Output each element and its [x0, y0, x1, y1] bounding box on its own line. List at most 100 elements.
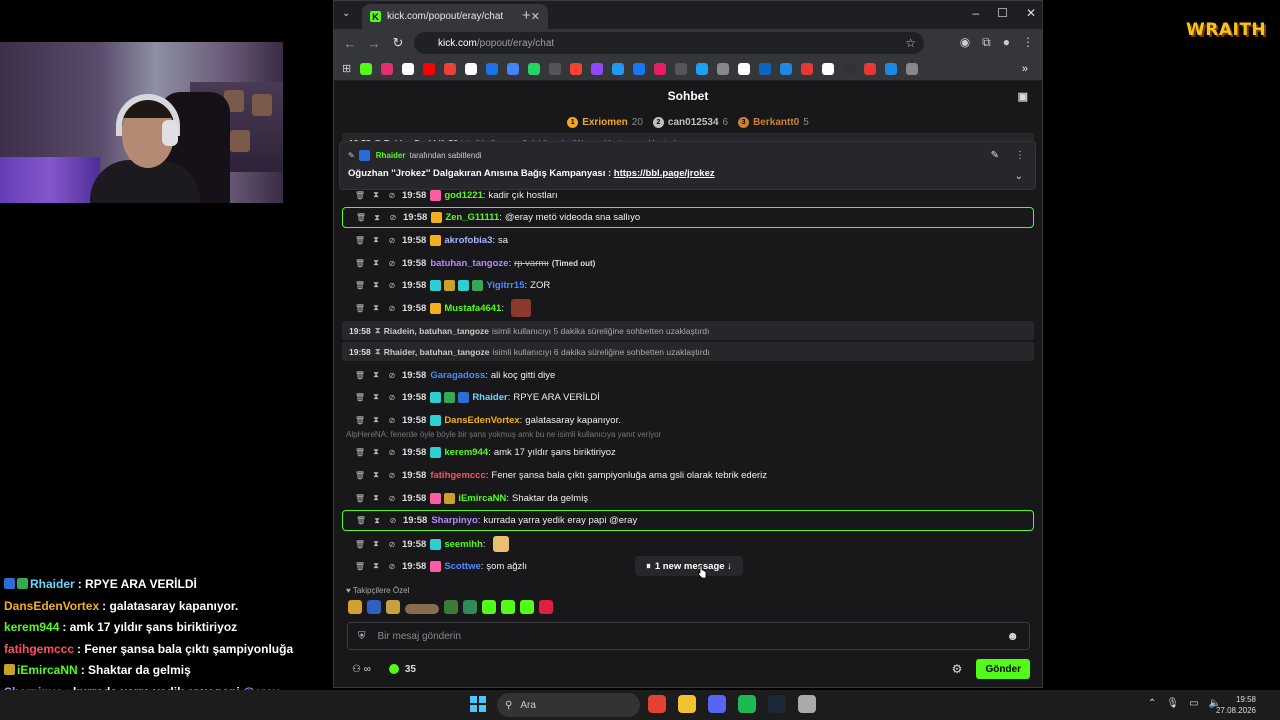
bookmark-icon[interactable]: [360, 62, 373, 75]
taskbar-app-icon[interactable]: [768, 695, 786, 713]
timeout-user-icon[interactable]: ⧗: [368, 258, 384, 268]
reload-icon[interactable]: ↻: [386, 35, 410, 51]
message-username[interactable]: Mustafa4641: [444, 303, 501, 314]
delete-message-icon[interactable]: 🗑: [352, 304, 368, 313]
message-username[interactable]: seemihh: [444, 539, 483, 550]
timeout-user-icon[interactable]: ⧗: [368, 539, 384, 549]
message-username[interactable]: Zen_G11111: [445, 212, 499, 223]
channel-points-icon[interactable]: ⚇ ∞: [352, 664, 371, 675]
browser-menu-icon[interactable]: ⋮: [1022, 35, 1034, 50]
delete-message-icon[interactable]: 🗑: [352, 371, 368, 380]
emote-icon[interactable]: [463, 600, 477, 614]
tab-list-icon[interactable]: ⌄: [342, 8, 350, 19]
timeout-user-icon[interactable]: ⧗: [368, 280, 384, 290]
bookmark-icon[interactable]: [507, 62, 520, 75]
leaderboard-entry[interactable]: 3 Berkantt0 5: [738, 116, 809, 128]
timeout-user-icon[interactable]: ⧗: [368, 392, 384, 402]
message-username[interactable]: DansEdenVortex: [444, 415, 519, 426]
network-icon[interactable]: ▭: [1189, 698, 1198, 709]
bookmark-icon[interactable]: [423, 62, 436, 75]
chat-message[interactable]: 🗑 ⧗ ⊘ 19:58 Rhaider: RPYE ARA VERİLDİ: [342, 387, 1034, 407]
unpin-icon[interactable]: ✎: [991, 150, 999, 161]
ban-user-icon[interactable]: ⊘: [384, 416, 400, 425]
extension-icon[interactable]: ◉: [960, 35, 970, 50]
system-clock[interactable]: 19:58 27.08.2026: [1216, 694, 1256, 716]
bookmark-icon[interactable]: [444, 62, 457, 75]
timeout-user-icon[interactable]: ⧗: [368, 493, 384, 503]
emote-icon[interactable]: [444, 600, 458, 614]
bookmark-icon[interactable]: [864, 62, 877, 75]
chat-message[interactable]: 🗑 ⧗ ⊘ 19:58 fatihgemccc: Fener şansa bala çık…: [342, 465, 1034, 485]
emote-icon[interactable]: [482, 600, 496, 614]
ban-user-icon[interactable]: ⊘: [384, 494, 400, 503]
message-username[interactable]: Garagadoss: [430, 370, 485, 381]
timeout-user-icon[interactable]: ⧗: [368, 415, 384, 425]
ban-user-icon[interactable]: ⊘: [384, 371, 400, 380]
delete-message-icon[interactable]: 🗑: [352, 448, 368, 457]
timeout-user-icon[interactable]: ⧗: [368, 561, 384, 571]
emote-icon[interactable]: [501, 600, 515, 614]
emote-icon[interactable]: [348, 600, 362, 614]
forward-icon[interactable]: →: [362, 36, 386, 51]
ban-user-icon[interactable]: ⊘: [385, 516, 401, 525]
bookmark-icon[interactable]: [570, 62, 583, 75]
chat-header-menu-icon[interactable]: ▣: [1018, 90, 1028, 103]
chat-message[interactable]: 🗑 ⧗ ⊘ 19:58 akrofobia3: sa: [342, 230, 1034, 250]
chat-message[interactable]: 🗑 ⧗ ⊘ 19:58 Sharpinyo: kurrada yarra yedik er…: [342, 510, 1034, 531]
timeout-user-icon[interactable]: ⧗: [368, 470, 384, 480]
leaderboard-entry[interactable]: 1 Exriomen 20: [567, 116, 643, 128]
timeout-user-icon[interactable]: ⧗: [368, 303, 384, 313]
taskbar-app-icon[interactable]: [648, 695, 666, 713]
timeout-user-icon[interactable]: ⧗: [368, 190, 384, 200]
minimize-icon[interactable]: –: [972, 6, 979, 20]
new-message-button[interactable]: ⏸ 1 new message ↓: [635, 556, 743, 576]
bookmark-icon[interactable]: [591, 62, 604, 75]
chat-message[interactable]: 🗑 ⧗ ⊘ 19:58 kerem944: amk 17 yıldır şans biri…: [342, 442, 1034, 462]
message-username[interactable]: Yigitrr15: [486, 280, 524, 291]
emoji-picker-icon[interactable]: ☻: [1006, 629, 1019, 643]
timeout-user-icon[interactable]: ⧗: [368, 447, 384, 457]
apps-grid-icon[interactable]: ⊞: [342, 62, 351, 75]
message-username[interactable]: god1221: [444, 190, 483, 201]
pinned-expand-icon[interactable]: ⌄: [1015, 171, 1023, 182]
bookmark-icon[interactable]: [906, 62, 919, 75]
chat-message[interactable]: 🗑 ⧗ ⊘ 19:58 iEmircaNN: Shaktar da gelmiş: [342, 488, 1034, 508]
taskbar-app-icon[interactable]: [738, 695, 756, 713]
message-username[interactable]: kerem944: [444, 447, 488, 458]
taskbar-app-icon[interactable]: [678, 695, 696, 713]
message-username[interactable]: batuhan_tangoze: [430, 258, 508, 269]
bookmark-icon[interactable]: [885, 62, 898, 75]
delete-message-icon[interactable]: 🗑: [352, 562, 368, 571]
bookmark-icon[interactable]: [381, 62, 394, 75]
chat-message[interactable]: 🗑 ⧗ ⊘ 19:58 Garagadoss: ali koç gitti diye: [342, 365, 1034, 385]
delete-message-icon[interactable]: 🗑: [352, 191, 368, 200]
pinned-link[interactable]: https://bbl.page/jrokez: [614, 168, 715, 179]
chat-message[interactable]: 🗑 ⧗ ⊘ 19:58 Yigitrr15: ZOR: [342, 275, 1034, 295]
ban-user-icon[interactable]: ⊘: [384, 562, 400, 571]
chat-message[interactable]: 🗑 ⧗ ⊘ 19:58 seemihh:: [342, 534, 1034, 554]
bookmark-icon[interactable]: [612, 62, 625, 75]
pinned-menu-icon[interactable]: ⋮: [1015, 150, 1025, 161]
chat-message[interactable]: 🗑 ⧗ ⊘ 19:58 batuhan_tangoze: rp varmı (Timed o…: [342, 253, 1034, 273]
chat-message[interactable]: 🗑 ⧗ ⊘ 19:58 Mustafa4641:: [342, 298, 1034, 318]
message-username[interactable]: Scottwe: [444, 561, 480, 572]
bookmark-icon[interactable]: [654, 62, 667, 75]
bookmark-icon[interactable]: [675, 62, 688, 75]
message-username[interactable]: akrofobia3: [444, 235, 492, 246]
message-username[interactable]: Rhaider: [472, 392, 507, 403]
bookmark-icon[interactable]: [696, 62, 709, 75]
tab-close-icon[interactable]: ✕: [531, 10, 540, 23]
delete-message-icon[interactable]: 🗑: [352, 259, 368, 268]
timeout-user-icon[interactable]: ⧗: [368, 370, 384, 380]
extensions-puzzle-icon[interactable]: ⧉: [982, 35, 991, 50]
ban-user-icon[interactable]: ⊘: [384, 281, 400, 290]
bookmark-icon[interactable]: [738, 62, 751, 75]
delete-message-icon[interactable]: 🗑: [352, 393, 368, 402]
points-display[interactable]: 35: [388, 664, 416, 675]
emote-icon[interactable]: [539, 600, 553, 614]
ban-user-icon[interactable]: ⊘: [384, 236, 400, 245]
bookmark-icon[interactable]: [486, 62, 499, 75]
emote-icon[interactable]: [405, 604, 439, 614]
send-button[interactable]: Gönder: [976, 659, 1030, 679]
taskbar-search[interactable]: ⚲ Ara: [497, 693, 640, 717]
